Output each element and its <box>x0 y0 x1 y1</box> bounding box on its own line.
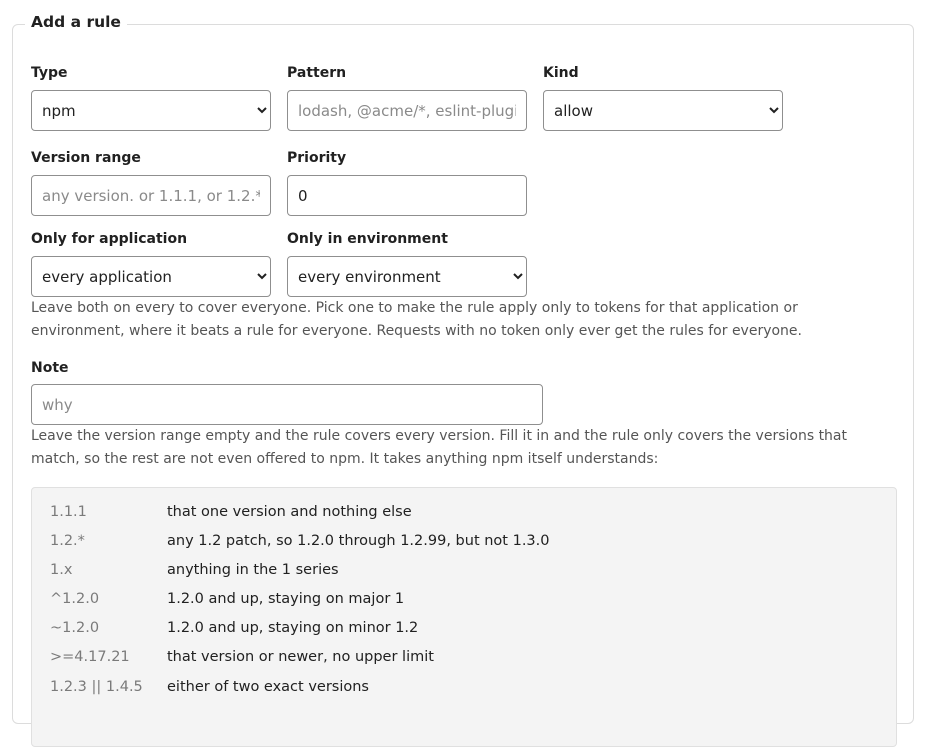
example-pattern: 1.1.1 <box>50 504 87 520</box>
example-row: ~1.2.0 1.2.0 and up, staying on minor 1.… <box>32 620 896 649</box>
example-description: that one version and nothing else <box>167 504 412 520</box>
version-range-label: Version range <box>31 150 141 166</box>
example-row: 1.1.1 that one version and nothing else <box>32 504 896 533</box>
kind-select[interactable]: allow <box>543 90 783 131</box>
scope-help-text: Leave both on every to cover everyone. P… <box>31 300 802 339</box>
example-description: 1.2.0 and up, staying on minor 1.2 <box>167 620 419 636</box>
example-row: 1.2.3 || 1.4.5 either of two exact versi… <box>32 679 896 708</box>
version-help-text: Leave the version range empty and the ru… <box>31 428 847 467</box>
example-pattern: ^1.2.0 <box>50 591 100 607</box>
note-input[interactable] <box>31 384 543 425</box>
priority-label: Priority <box>287 150 347 166</box>
example-row: ^1.2.0 1.2.0 and up, staying on major 1 <box>32 591 896 620</box>
example-pattern: 1.2.* <box>50 533 85 549</box>
example-description: 1.2.0 and up, staying on major 1 <box>167 591 405 607</box>
environment-label: Only in environment <box>287 231 448 247</box>
example-description: either of two exact versions <box>167 679 369 695</box>
example-description: any 1.2 patch, so 1.2.0 through 1.2.99, … <box>167 533 550 549</box>
example-pattern: >=4.17.21 <box>50 649 130 665</box>
version-examples-box: 1.1.1 that one version and nothing else … <box>31 487 897 747</box>
kind-label: Kind <box>543 65 579 81</box>
application-select[interactable]: every application <box>31 256 271 297</box>
type-select[interactable]: npm <box>31 90 271 131</box>
add-rule-fieldset: Add a rule Type npm Pattern Kind allow V… <box>12 13 914 747</box>
example-pattern: ~1.2.0 <box>50 620 100 636</box>
pattern-input[interactable] <box>287 90 527 131</box>
form-title: Add a rule <box>25 13 127 31</box>
example-pattern: 1.2.3 || 1.4.5 <box>50 679 143 695</box>
example-description: anything in the 1 series <box>167 562 339 578</box>
environment-select[interactable]: every environment <box>287 256 527 297</box>
example-row: 1.x anything in the 1 series <box>32 562 896 591</box>
type-label: Type <box>31 65 68 81</box>
example-pattern: 1.x <box>50 562 73 578</box>
note-label: Note <box>31 360 69 376</box>
version-range-input[interactable] <box>31 175 271 216</box>
example-row: >=4.17.21 that version or newer, no uppe… <box>32 649 896 678</box>
application-label: Only for application <box>31 231 188 247</box>
example-description: that version or newer, no upper limit <box>167 649 434 665</box>
example-row: 1.2.* any 1.2 patch, so 1.2.0 through 1.… <box>32 533 896 562</box>
priority-input[interactable] <box>287 175 527 216</box>
pattern-label: Pattern <box>287 65 347 81</box>
